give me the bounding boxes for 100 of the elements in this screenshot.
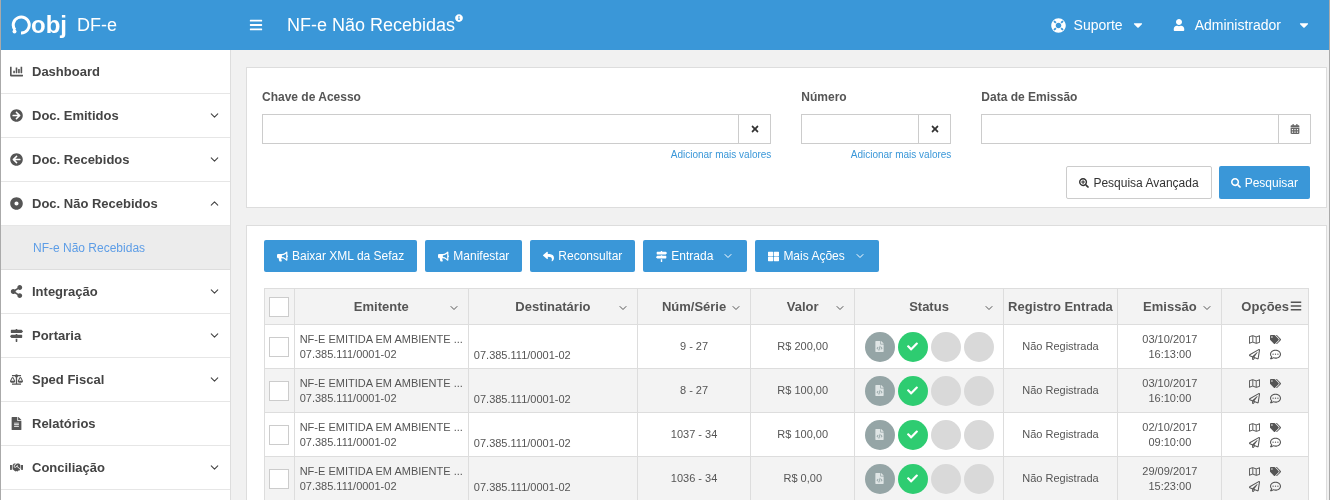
- sidebar-item[interactable]: Doc. Emitidos: [1, 94, 230, 138]
- handshake-icon: [10, 461, 23, 474]
- paper-plane-icon[interactable]: [1249, 436, 1261, 448]
- table-cell: 9 - 27: [679, 340, 709, 353]
- comment-icon[interactable]: [1270, 436, 1282, 448]
- document-status-icon: [864, 463, 895, 494]
- checkbox[interactable]: [269, 380, 290, 401]
- table-cell: Não Registrada: [1022, 428, 1099, 441]
- tags-icon[interactable]: [1270, 421, 1282, 433]
- calendar-icon[interactable]: [1289, 124, 1300, 134]
- empty-status-icon: [963, 463, 994, 494]
- empty-status-icon: [963, 419, 994, 450]
- column-header[interactable]: Destinatário: [468, 288, 638, 325]
- map-icon[interactable]: [1249, 333, 1261, 345]
- checkbox[interactable]: [269, 424, 290, 445]
- empty-status-icon: [963, 375, 994, 406]
- lifebuoy-icon: [1050, 17, 1066, 33]
- document-status-icon: [864, 419, 895, 450]
- checkbox[interactable]: [269, 296, 290, 317]
- table-cell-text: 15:23:00: [1147, 478, 1193, 494]
- column-menu-icon[interactable]: [1290, 300, 1302, 312]
- bar-chart-icon: [10, 65, 23, 78]
- table-cell: NF-E EMITIDA EM AMBIENTE ...: [299, 419, 463, 435]
- input-field[interactable]: [801, 114, 952, 144]
- table-cell: 1036 - 34: [670, 472, 718, 485]
- table-cell: R$ 100,00: [777, 428, 829, 441]
- table-cell: NF-E EMITIDA EM AMBIENTE ...: [299, 375, 463, 391]
- document-icon: [10, 417, 23, 430]
- info-icon: [455, 13, 464, 22]
- column-header[interactable]: Opções: [1221, 288, 1309, 325]
- map-icon[interactable]: [1249, 421, 1261, 433]
- table-cell: R$ 100,00: [777, 384, 829, 397]
- grid-icon: [768, 250, 780, 262]
- add-values-link[interactable]: Adicionar mais valores: [850, 147, 952, 162]
- table-cell: 07.385.111/0001-02: [473, 348, 571, 361]
- advanced-search-button[interactable]: Pesquisa Avançada: [1066, 166, 1212, 199]
- table-cell: 8 - 27: [679, 384, 709, 397]
- input-field[interactable]: [262, 114, 772, 144]
- column-header[interactable]: Emitente: [294, 288, 469, 325]
- megaphone-icon: [277, 250, 288, 262]
- column-header[interactable]: Status: [854, 288, 1004, 325]
- checkbox[interactable]: [269, 336, 290, 357]
- table-cell: R$ 0,00: [783, 472, 822, 485]
- document-status-icon: [864, 331, 895, 362]
- empty-status-icon: [930, 375, 961, 406]
- map-icon[interactable]: [1249, 377, 1261, 389]
- paper-plane-icon[interactable]: [1249, 348, 1261, 360]
- table-cell-text: 03/10/2017: [1141, 331, 1199, 347]
- tags-icon[interactable]: [1270, 377, 1282, 389]
- column-header[interactable]: Núm/Série: [637, 288, 751, 325]
- table-cell: 07.385.111/0001-02: [473, 480, 571, 493]
- table-cell-text: 09:10:00: [1147, 434, 1193, 450]
- map-icon[interactable]: [1249, 465, 1261, 477]
- comment-icon[interactable]: [1270, 348, 1282, 360]
- paper-plane-icon[interactable]: [1249, 480, 1261, 492]
- field-label: Número: [801, 89, 848, 106]
- table-cell: 1037 - 34: [670, 428, 718, 441]
- empty-status-icon: [963, 331, 994, 362]
- table-cell: NF-E EMITIDA EM AMBIENTE ...: [299, 463, 463, 479]
- sidebar-item[interactable]: Dashboard: [1, 50, 230, 94]
- column-header[interactable]: Emissão: [1117, 288, 1222, 325]
- column-header[interactable]: Registro Entrada: [1003, 288, 1118, 325]
- empty-status-icon: [930, 331, 961, 362]
- check-status-icon: [897, 331, 928, 362]
- check-status-icon: [897, 463, 928, 494]
- menu-icon[interactable]: [249, 18, 263, 32]
- scale-icon: [10, 373, 23, 386]
- clear-icon[interactable]: [929, 124, 940, 134]
- table-cell: NF-E EMITIDA EM AMBIENTE ...: [299, 331, 463, 347]
- table-cell-text: 07.385.111/0001-02: [299, 390, 398, 406]
- signpost-icon: [656, 250, 668, 262]
- table-cell: Não Registrada: [1022, 384, 1099, 397]
- paper-plane-icon[interactable]: [1249, 392, 1261, 404]
- add-values-link[interactable]: Adicionar mais valores: [670, 147, 772, 162]
- table-cell-text: 29/09/2017: [1141, 463, 1199, 479]
- table-cell: 07.385.111/0001-02: [473, 392, 571, 405]
- tags-icon[interactable]: [1270, 465, 1282, 477]
- sidebar-item[interactable]: Integração: [1, 270, 230, 314]
- sidebar-item[interactable]: Doc. Recebidos: [1, 138, 230, 182]
- tags-icon[interactable]: [1270, 333, 1282, 345]
- sidebar-item[interactable]: Relatórios: [1, 402, 230, 446]
- comment-icon[interactable]: [1270, 392, 1282, 404]
- empty-status-icon: [930, 463, 961, 494]
- check-status-icon: [897, 375, 928, 406]
- comment-icon[interactable]: [1270, 480, 1282, 492]
- page-title: NF-e Não Recebidas: [287, 13, 456, 37]
- sidebar-item[interactable]: Conciliação: [1, 446, 230, 490]
- date-field[interactable]: [981, 114, 1311, 144]
- table-cell-text: 03/10/2017: [1141, 375, 1199, 391]
- sidebar-item[interactable]: Portaria: [1, 314, 230, 358]
- clear-icon[interactable]: [749, 124, 760, 134]
- table-cell-text: 07.385.111/0001-02: [299, 346, 398, 362]
- field-label: Data de Emissão: [981, 89, 1079, 106]
- checkbox[interactable]: [269, 468, 290, 489]
- table-cell-text: 07.385.111/0001-02: [299, 434, 398, 450]
- sidebar-item[interactable]: Sped Fiscal: [1, 358, 230, 402]
- table-cell-text: 02/10/2017: [1141, 419, 1199, 435]
- table-cell: 07.385.111/0001-02: [473, 436, 571, 449]
- column-header[interactable]: Valor: [750, 288, 855, 325]
- table-cell-text: 16:13:00: [1147, 346, 1193, 362]
